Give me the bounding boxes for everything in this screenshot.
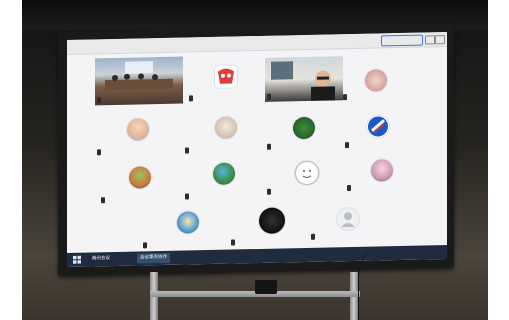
red-logo-icon <box>218 68 234 84</box>
conference-room-icon <box>105 61 173 91</box>
device-box <box>255 280 277 294</box>
participant-label <box>311 233 315 240</box>
power-cable <box>358 250 399 320</box>
participant-label <box>101 197 105 204</box>
participant-label <box>189 95 193 102</box>
participant-label <box>345 142 349 149</box>
avatar-cartoon[interactable] <box>177 211 199 234</box>
participant-label <box>343 94 347 101</box>
close-icon[interactable] <box>435 35 445 45</box>
system-tray <box>397 247 443 258</box>
avatar-red-logo[interactable] <box>215 65 237 88</box>
avatar-elder[interactable] <box>215 116 237 139</box>
participant-label <box>267 143 271 150</box>
windows-start-icon[interactable] <box>73 255 81 264</box>
avatar-smiley[interactable] <box>295 160 319 186</box>
avatar-dark[interactable] <box>259 207 285 234</box>
participant-label <box>185 147 189 154</box>
left-margin <box>0 0 22 320</box>
participant-label <box>347 185 351 192</box>
smiley-icon <box>302 169 312 178</box>
avatar-baby[interactable] <box>127 118 149 141</box>
top-action-button[interactable] <box>381 34 423 47</box>
avatar-tree[interactable] <box>293 116 315 140</box>
avatar-landscape[interactable] <box>129 166 151 189</box>
avatar-portrait[interactable] <box>365 69 387 92</box>
video-tile-room[interactable] <box>95 56 183 106</box>
participant-label <box>231 239 235 246</box>
video-tile-person[interactable] <box>265 56 343 102</box>
avatar-green-blue[interactable] <box>213 162 235 185</box>
participant-label <box>267 188 271 195</box>
blue-swirl-icon <box>368 116 388 137</box>
participant-label <box>143 242 147 249</box>
participant-label <box>97 97 101 104</box>
taskbar-app-meeting[interactable]: 腾讯会议 <box>89 254 113 265</box>
participant-label <box>267 93 271 100</box>
photo-scene: 腾讯会议 会议事务协作 <box>0 0 509 320</box>
minimize-icon[interactable] <box>425 35 435 45</box>
right-margin <box>488 0 509 320</box>
person-video-icon <box>271 61 335 101</box>
taskbar-app-collab[interactable]: 会议事务协作 <box>137 252 170 264</box>
avatar-default[interactable] <box>337 207 359 231</box>
default-user-icon <box>341 212 355 228</box>
participant-label <box>97 149 101 156</box>
display-screen: 腾讯会议 会议事务协作 <box>67 32 447 267</box>
participant-label <box>185 193 189 200</box>
avatar-lady[interactable] <box>371 159 393 182</box>
avatar-swirl-blue[interactable] <box>367 115 389 138</box>
